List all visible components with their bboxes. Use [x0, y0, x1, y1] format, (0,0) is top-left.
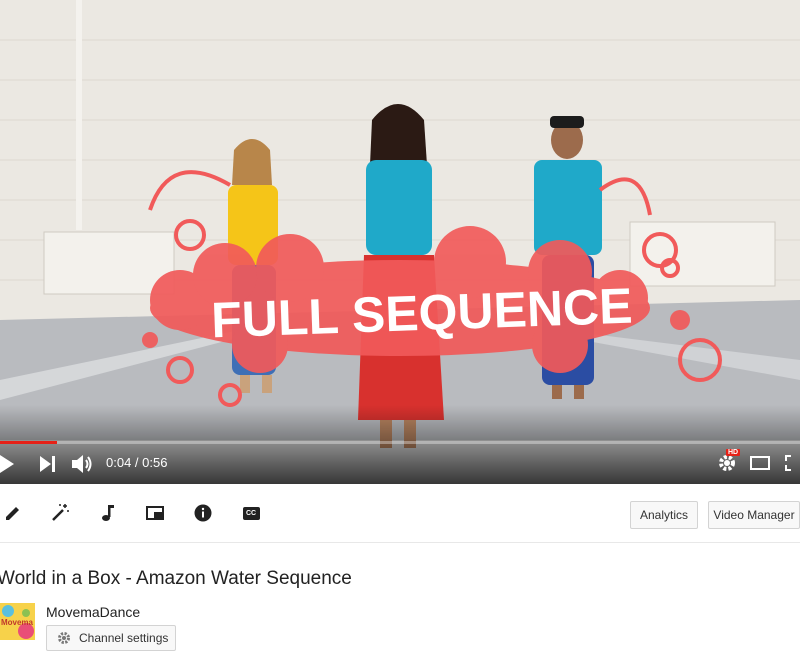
avatar-text: Movema — [1, 618, 34, 627]
subtitles-button[interactable]: CC — [238, 500, 264, 526]
play-icon — [0, 455, 14, 473]
end-screen-button[interactable] — [142, 500, 168, 526]
gear-icon — [719, 455, 735, 471]
analytics-button[interactable]: Analytics — [630, 501, 698, 529]
volume-button[interactable] — [72, 453, 94, 475]
enhancements-button[interactable] — [47, 500, 73, 526]
time-display: 0:04 / 0:56 — [106, 455, 167, 470]
next-button[interactable] — [40, 455, 56, 473]
info-cards-button[interactable] — [190, 500, 216, 526]
magic-wand-icon — [52, 504, 69, 521]
time-current: 0:04 — [106, 455, 132, 470]
settings-button[interactable]: HD — [714, 449, 741, 475]
channel-avatar[interactable]: Movema — [0, 603, 35, 640]
theater-mode-button[interactable] — [749, 454, 771, 472]
pencil-icon — [6, 507, 19, 520]
volume-icon — [72, 455, 92, 473]
cc-label: CC — [245, 509, 257, 517]
info-icon — [194, 504, 212, 522]
video-player[interactable]: FULL SEQUENCE 0:04 / 0:56 HD — [0, 0, 800, 484]
video-manager-button[interactable]: Video Manager — [708, 501, 800, 529]
video-manager-label: Video Manager — [713, 508, 795, 522]
edit-button[interactable] — [0, 500, 26, 526]
fullscreen-icon — [785, 455, 791, 471]
progress-bar[interactable] — [0, 441, 800, 444]
video-title: World in a Box - Amazon Water Sequence — [0, 568, 352, 589]
video-frame: FULL SEQUENCE — [0, 0, 800, 484]
channel-name[interactable]: MovemaDance — [46, 604, 140, 620]
video-editor-toolbar: CC Analytics Video Manager — [0, 486, 800, 543]
music-note-icon — [102, 505, 114, 521]
analytics-label: Analytics — [639, 508, 689, 522]
audio-button[interactable] — [95, 500, 121, 526]
channel-settings-button[interactable]: Channel settings — [46, 625, 176, 651]
hd-badge: HD — [726, 449, 741, 456]
theater-icon — [750, 456, 770, 470]
next-icon — [40, 456, 55, 472]
gear-icon — [58, 632, 70, 644]
avatar-image: Movema — [0, 603, 35, 640]
fullscreen-button[interactable] — [785, 453, 800, 473]
cc-icon: CC — [242, 506, 260, 520]
channel-settings-label: Channel settings — [79, 631, 169, 645]
time-total: 0:56 — [142, 455, 168, 470]
player-controls: 0:04 / 0:56 HD — [0, 436, 800, 484]
card-icon — [146, 506, 164, 520]
progress-fill — [0, 441, 57, 444]
play-button[interactable] — [0, 454, 14, 474]
time-separator: / — [131, 455, 143, 470]
